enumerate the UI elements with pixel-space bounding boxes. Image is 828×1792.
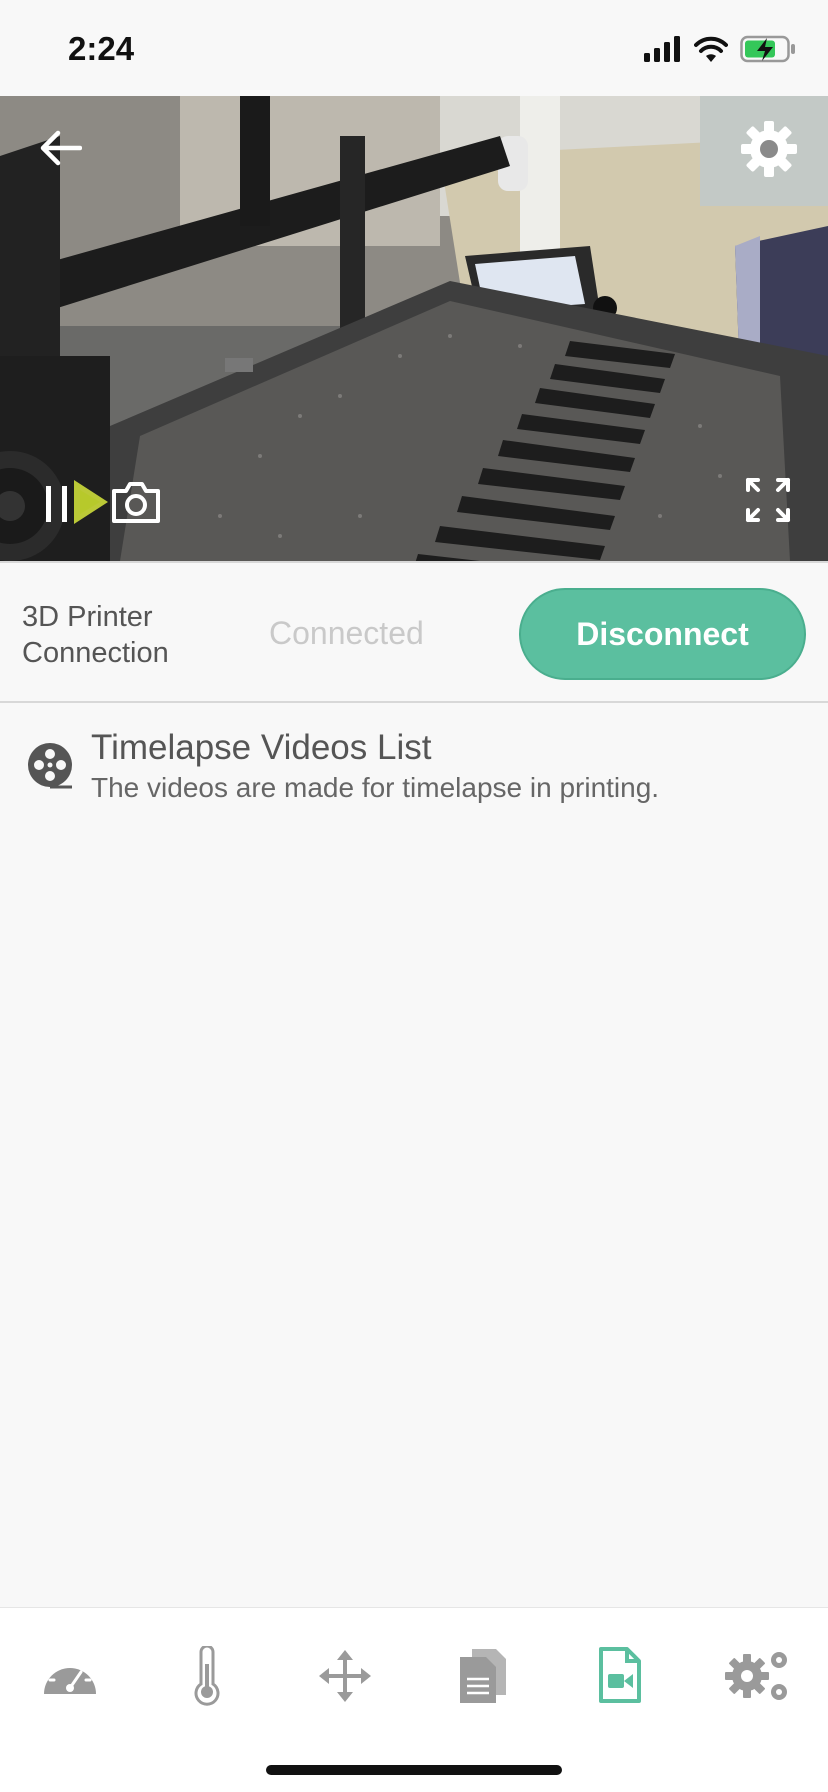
connection-row: 3D Printer Connection Connected Disconne… xyxy=(0,561,828,703)
camera-view[interactable] xyxy=(0,96,828,561)
tab-files[interactable] xyxy=(445,1638,521,1714)
tab-move[interactable] xyxy=(307,1638,383,1714)
snapshot-button[interactable] xyxy=(108,474,164,530)
fullscreen-button[interactable] xyxy=(740,472,796,528)
tab-timelapse[interactable] xyxy=(582,1638,658,1714)
documents-icon xyxy=(460,1649,506,1703)
battery-charging-icon xyxy=(740,35,795,63)
disconnect-button[interactable]: Disconnect xyxy=(519,588,806,680)
status-bar: 2:24 xyxy=(0,0,828,96)
fullscreen-icon xyxy=(746,478,790,522)
cellular-signal-icon xyxy=(644,36,680,62)
gears-icon xyxy=(725,1652,787,1700)
arrow-left-icon xyxy=(40,130,82,166)
tab-temperature[interactable] xyxy=(169,1638,245,1714)
video-file-icon xyxy=(599,1647,641,1703)
tab-dashboard[interactable] xyxy=(32,1638,108,1714)
speedometer-icon xyxy=(44,1657,96,1694)
status-icons xyxy=(644,34,796,64)
camera-icon xyxy=(112,482,160,523)
status-time: 2:24 xyxy=(68,30,135,67)
timelapse-subtitle: The videos are made for timelapse in pri… xyxy=(91,772,660,803)
home-indicator xyxy=(266,1765,562,1775)
timelapse-title: Timelapse Videos List xyxy=(91,728,432,767)
camera-settings-button[interactable] xyxy=(736,116,802,182)
move-arrows-icon xyxy=(319,1650,371,1702)
gear-icon xyxy=(741,121,797,177)
film-reel-icon xyxy=(28,743,72,789)
tab-settings[interactable] xyxy=(720,1638,796,1714)
timelapse-videos-list-item[interactable]: Timelapse Videos List The videos are mad… xyxy=(0,720,828,820)
connection-status: Connected xyxy=(269,615,424,651)
thermometer-icon xyxy=(194,1646,220,1706)
wifi-icon xyxy=(694,36,728,62)
play-pause-button[interactable] xyxy=(40,470,112,534)
connection-label: 3D Printer Connection xyxy=(22,601,169,669)
back-button[interactable] xyxy=(30,118,90,178)
play-pause-icon xyxy=(46,480,108,524)
